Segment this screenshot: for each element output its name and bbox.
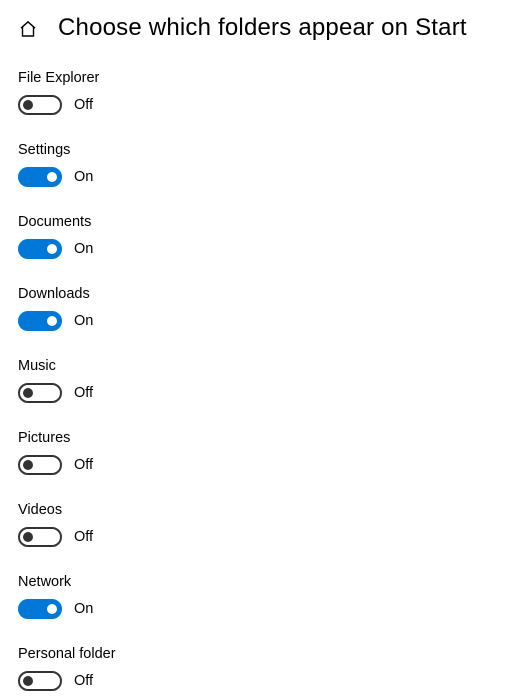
- toggle-downloads[interactable]: [18, 311, 62, 331]
- toggle-knob: [23, 676, 33, 686]
- toggle-music[interactable]: [18, 383, 62, 403]
- toggle-line: On: [18, 311, 509, 331]
- toggle-line: On: [18, 167, 509, 187]
- settings-list: File Explorer Off Settings On Documents …: [0, 52, 527, 691]
- toggle-file-explorer[interactable]: [18, 95, 62, 115]
- home-icon[interactable]: [18, 19, 38, 39]
- toggle-personal-folder[interactable]: [18, 671, 62, 691]
- toggle-pictures[interactable]: [18, 455, 62, 475]
- toggle-state-text: Off: [74, 385, 93, 401]
- toggle-state-text: Off: [74, 457, 93, 473]
- toggle-videos[interactable]: [18, 527, 62, 547]
- toggle-line: Off: [18, 671, 509, 691]
- toggle-line: On: [18, 599, 509, 619]
- setting-label: Personal folder: [18, 646, 509, 662]
- setting-label: Settings: [18, 142, 509, 158]
- setting-network: Network On: [18, 574, 509, 619]
- toggle-knob: [23, 100, 33, 110]
- toggle-state-text: Off: [74, 673, 93, 689]
- header: Choose which folders appear on Start: [0, 0, 527, 52]
- setting-downloads: Downloads On: [18, 286, 509, 331]
- toggle-documents[interactable]: [18, 239, 62, 259]
- setting-videos: Videos Off: [18, 502, 509, 547]
- toggle-line: Off: [18, 383, 509, 403]
- toggle-knob: [47, 604, 57, 614]
- toggle-line: Off: [18, 527, 509, 547]
- toggle-state-text: On: [74, 313, 93, 329]
- setting-documents: Documents On: [18, 214, 509, 259]
- setting-personal-folder: Personal folder Off: [18, 646, 509, 691]
- toggle-knob: [47, 172, 57, 182]
- setting-label: Downloads: [18, 286, 509, 302]
- setting-pictures: Pictures Off: [18, 430, 509, 475]
- setting-label: Videos: [18, 502, 509, 518]
- page-title: Choose which folders appear on Start: [58, 14, 467, 42]
- toggle-line: Off: [18, 455, 509, 475]
- setting-label: Network: [18, 574, 509, 590]
- toggle-knob: [47, 316, 57, 326]
- toggle-knob: [23, 388, 33, 398]
- toggle-state-text: On: [74, 601, 93, 617]
- toggle-network[interactable]: [18, 599, 62, 619]
- setting-label: Documents: [18, 214, 509, 230]
- toggle-state-text: On: [74, 169, 93, 185]
- toggle-knob: [47, 244, 57, 254]
- setting-label: Music: [18, 358, 509, 374]
- setting-music: Music Off: [18, 358, 509, 403]
- toggle-knob: [23, 532, 33, 542]
- setting-label: Pictures: [18, 430, 509, 446]
- setting-label: File Explorer: [18, 70, 509, 86]
- toggle-state-text: Off: [74, 97, 93, 113]
- setting-file-explorer: File Explorer Off: [18, 70, 509, 115]
- toggle-state-text: On: [74, 241, 93, 257]
- toggle-knob: [23, 460, 33, 470]
- toggle-line: Off: [18, 95, 509, 115]
- toggle-settings[interactable]: [18, 167, 62, 187]
- setting-settings: Settings On: [18, 142, 509, 187]
- toggle-line: On: [18, 239, 509, 259]
- toggle-state-text: Off: [74, 529, 93, 545]
